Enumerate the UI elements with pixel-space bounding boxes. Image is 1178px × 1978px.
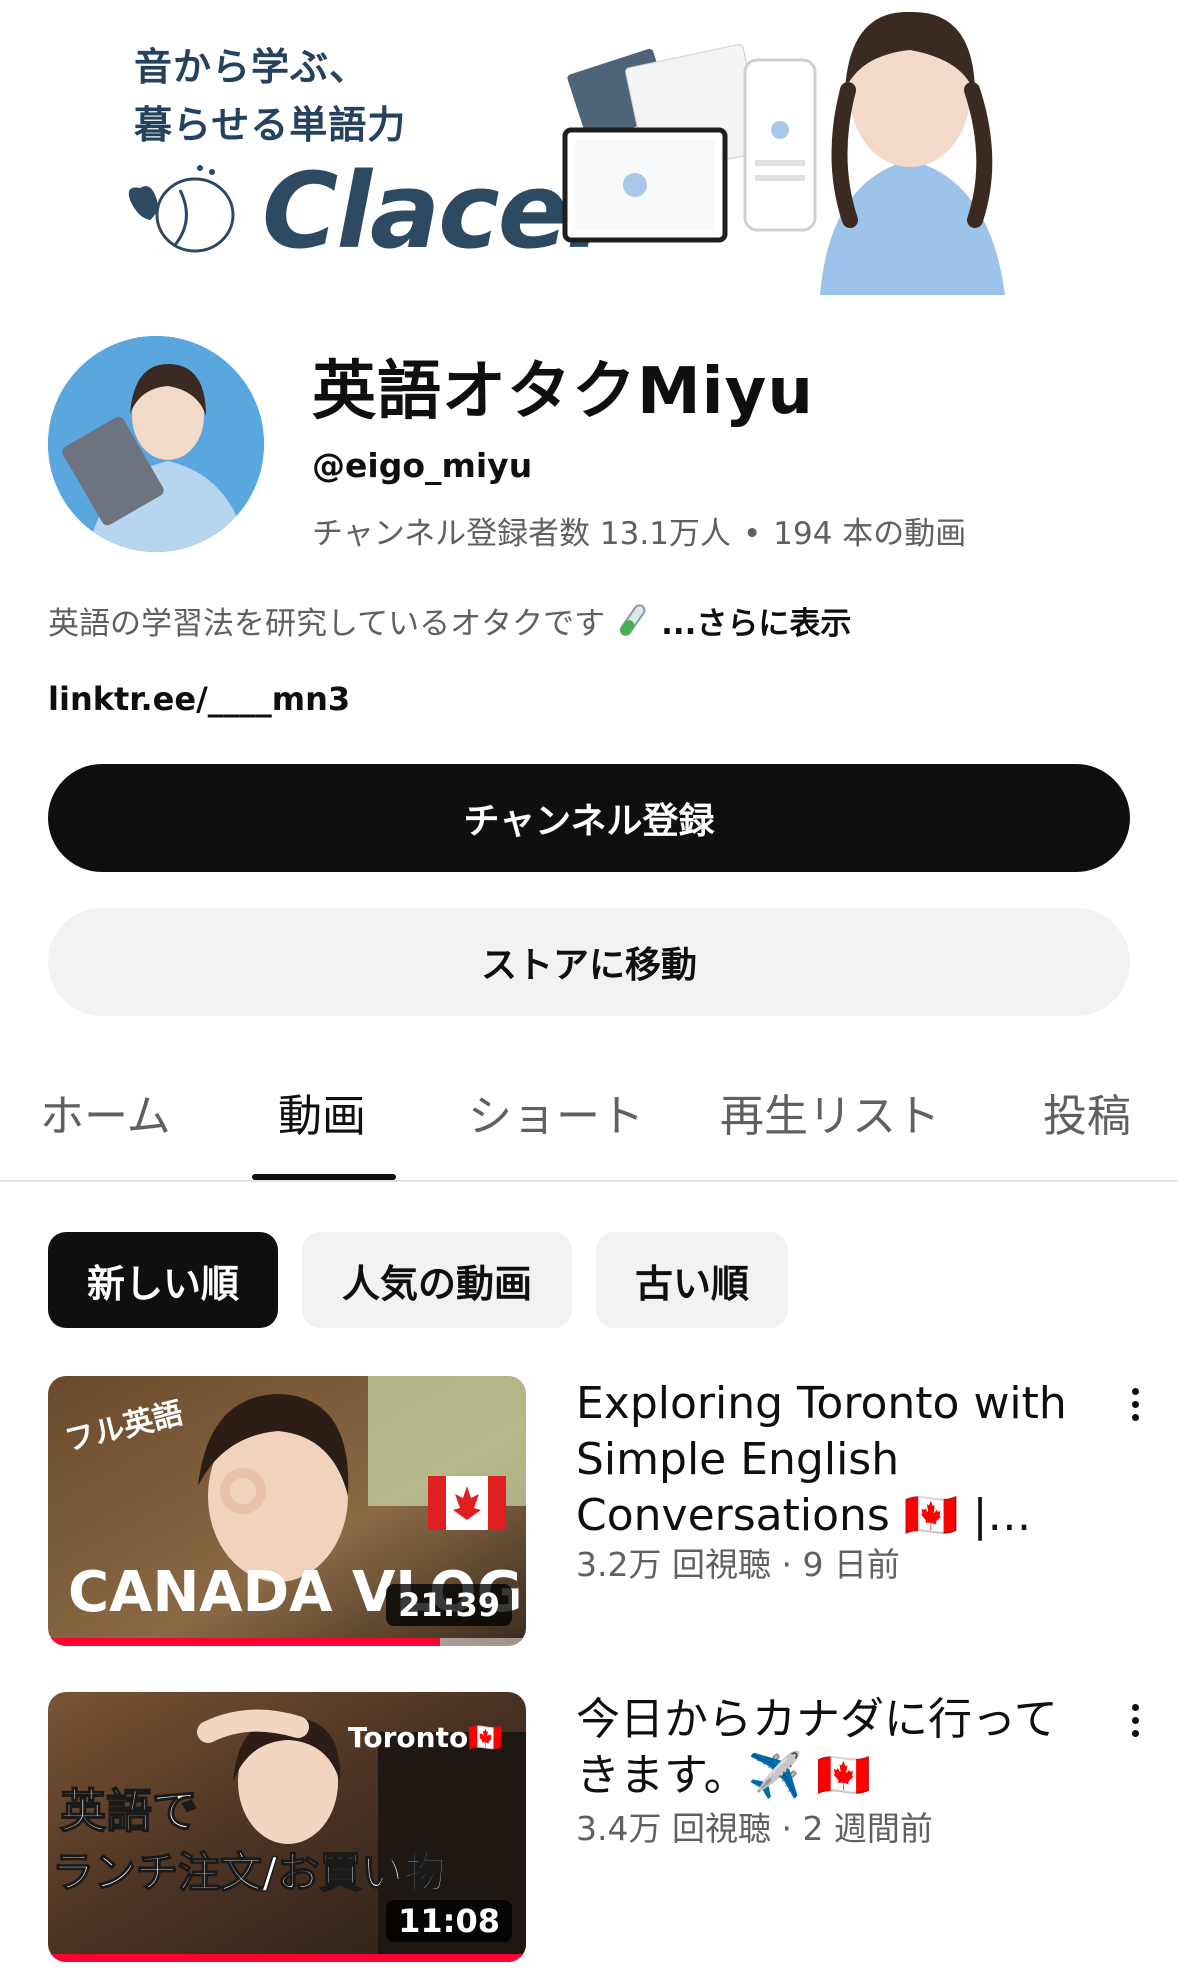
watch-progress-bar (48, 1638, 526, 1646)
channel-name: 英語オタクMiyu (312, 355, 814, 429)
banner-logo-text: Clacel (262, 150, 602, 272)
more-options-icon[interactable] (1120, 1698, 1150, 1758)
channel-link[interactable]: linktr.ee/____mn3 (48, 680, 350, 718)
channel-handle: @eigo_miyu (312, 446, 533, 485)
description-text: 英語の学習法を研究しているオタクです (48, 606, 606, 642)
video-meta: 3.4万 回視聴 · 2 週間前 (576, 1809, 933, 1848)
thumbnail-badge-text: Toronto🇨🇦 (348, 1721, 503, 1754)
video-thumbnail[interactable]: フル英語 CANADA VLOG 21:39 (48, 1376, 526, 1646)
banner-devices-image (562, 43, 817, 243)
subscriber-count: チャンネル登録者数 13.1万人 (312, 516, 731, 552)
tab-playlists[interactable]: 再生リスト (720, 1080, 940, 1170)
banner-tagline: 音から学ぶ、 暮らせる単語力 (134, 38, 406, 154)
tab-home[interactable]: ホーム (40, 1080, 171, 1170)
test-tube-icon (619, 603, 646, 636)
channel-avatar[interactable] (48, 336, 264, 552)
avatar-image (48, 336, 264, 552)
channel-tabs: ホーム 動画 ショート 再生リスト 投稿 (0, 1070, 1178, 1182)
chip-popular[interactable]: 人気の動画 (302, 1232, 572, 1328)
video-meta: 3.2万 回視聴 · 9 日前 (576, 1545, 900, 1584)
more-options-icon[interactable] (1120, 1382, 1150, 1442)
video-title[interactable]: 今日からカナダに行ってきます。✈️ 🇨🇦 (576, 1692, 1076, 1804)
banner-tagline-line2: 暮らせる単語力 (134, 103, 407, 147)
video-title[interactable]: Exploring Toronto with Simple English Co… (576, 1376, 1076, 1546)
banner-person-image (820, 11, 1005, 295)
channel-stats: チャンネル登録者数 13.1万人 • 194 本の動画 (312, 508, 966, 553)
chip-newest[interactable]: 新しい順 (48, 1232, 278, 1328)
video-duration: 11:08 (386, 1900, 512, 1942)
show-more-link[interactable]: ...さらに表示 (661, 598, 851, 643)
watch-progress-fill (48, 1638, 440, 1646)
video-count: 194 本の動画 (773, 516, 967, 552)
banner-tagline-line1: 音から学ぶ、 (134, 45, 369, 89)
chip-oldest[interactable]: 古い順 (596, 1232, 788, 1328)
subscribe-button[interactable]: チャンネル登録 (48, 764, 1130, 872)
stats-separator: • (742, 516, 762, 552)
channel-description[interactable]: 英語の学習法を研究しているオタクです ...さらに表示 (48, 598, 851, 643)
tab-posts[interactable]: 投稿 (1043, 1080, 1131, 1170)
watch-progress-fill (48, 1954, 526, 1962)
store-button[interactable]: ストアに移動 (48, 908, 1130, 1016)
channel-banner: 音から学ぶ、 暮らせる単語力 Clacel (0, 0, 1178, 295)
thumbnail-title-line2: ランチ注文/お買い物 (52, 1848, 445, 1897)
thumbnail-title-line1: 英語で (60, 1784, 198, 1838)
watch-progress-bar (48, 1954, 526, 1962)
active-tab-indicator (252, 1174, 396, 1180)
tab-shorts[interactable]: ショート (468, 1080, 644, 1170)
video-thumbnail[interactable]: Toronto🇨🇦 英語で ランチ注文/お買い物 11:08 (48, 1692, 526, 1962)
clacel-logo-icon (128, 165, 235, 253)
tab-videos[interactable]: 動画 (278, 1080, 366, 1170)
video-duration: 21:39 (386, 1584, 512, 1626)
